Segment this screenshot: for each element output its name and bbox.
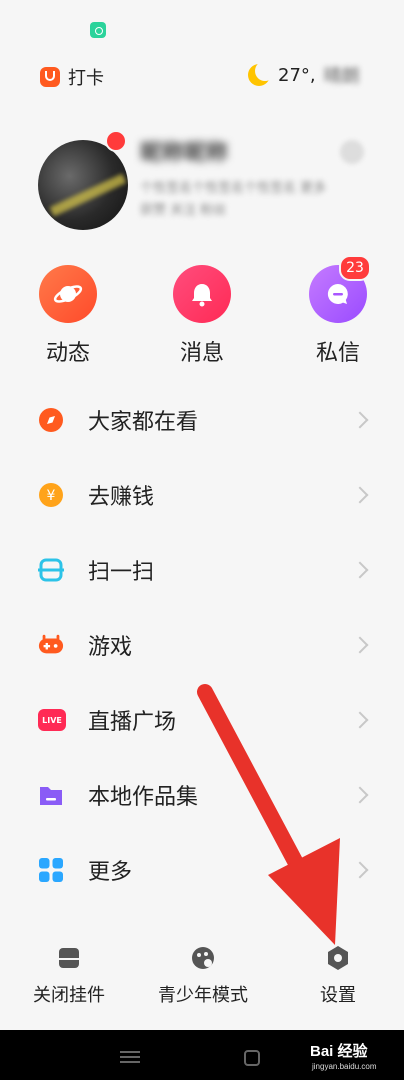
quick-action-label: 消息 xyxy=(179,341,224,366)
username[interactable]: 昵称昵称 xyxy=(140,135,228,167)
menu-item-label: 大家都在看 xyxy=(88,410,199,435)
bio-line-2: 获赞 关注 粉丝 xyxy=(140,203,227,218)
weather-temp: 27°, xyxy=(278,64,316,86)
menu-item-more[interactable]: 更多 xyxy=(0,833,404,907)
teen-mode-icon xyxy=(192,947,214,969)
checkin-button[interactable]: 打卡 xyxy=(40,64,104,90)
profile-edit-icon[interactable] xyxy=(340,140,364,164)
home-icon[interactable] xyxy=(244,1050,260,1066)
menu-item-label: 扫一扫 xyxy=(88,560,155,585)
quick-action-label: 动态 xyxy=(45,341,90,366)
chevron-right-icon xyxy=(351,486,369,504)
app-status-icon xyxy=(90,22,106,38)
settings-label: 设置 xyxy=(320,985,356,1006)
notification-dot xyxy=(105,130,127,152)
yuan-coin-icon: ¥ xyxy=(38,482,64,508)
avatar[interactable] xyxy=(38,140,128,230)
scan-icon xyxy=(38,557,64,583)
settings-icon xyxy=(328,946,348,970)
menu-item-scan[interactable]: 扫一扫 xyxy=(0,533,404,607)
gamepad-icon xyxy=(38,632,64,658)
chat-bubble-icon: 23 xyxy=(309,255,371,323)
baidu-watermark: Bai 经验 xyxy=(310,1043,368,1060)
folder-icon xyxy=(38,782,64,808)
teen-mode-label: 青少年模式 xyxy=(158,985,248,1006)
chevron-right-icon xyxy=(351,861,369,879)
menu-item-games[interactable]: 游戏 xyxy=(0,608,404,682)
close-widget-label: 关闭挂件 xyxy=(33,985,105,1006)
unread-badge: 23 xyxy=(339,255,371,281)
widget-icon xyxy=(59,948,79,968)
menu-item-live-plaza[interactable]: LIVE 直播广场 xyxy=(0,683,404,757)
checkin-label: 打卡 xyxy=(68,68,104,89)
quick-action-dynamic[interactable]: 动态 xyxy=(28,265,108,367)
planet-icon xyxy=(39,265,97,323)
weather-widget[interactable]: 27°, 晴朗 xyxy=(248,61,360,88)
checkin-icon xyxy=(40,67,60,87)
baidu-watermark-url: jingyan.baidu.com xyxy=(312,1062,377,1071)
bio-line-1: 个性签名个性签名个性签名 xyxy=(140,181,297,196)
chevron-right-icon xyxy=(351,411,369,429)
menu-item-label: 去赚钱 xyxy=(88,485,155,510)
grid-icon xyxy=(38,857,64,883)
live-icon: LIVE xyxy=(38,709,66,731)
menu-item-label: 更多 xyxy=(88,860,133,885)
teen-mode-button[interactable]: 青少年模式 xyxy=(148,945,258,1007)
svg-text:¥: ¥ xyxy=(47,488,56,504)
quick-action-dm[interactable]: 23 私信 xyxy=(298,255,378,367)
menu-item-local-works[interactable]: 本地作品集 xyxy=(0,758,404,832)
weather-desc: 晴朗 xyxy=(323,66,360,87)
profile-bio: 个性签名个性签名个性签名 更多 获赞 关注 粉丝 xyxy=(140,178,360,222)
menu-item-label: 游戏 xyxy=(88,635,133,660)
bell-icon xyxy=(173,265,231,323)
live-icon-text: LIVE xyxy=(42,715,62,725)
chevron-right-icon xyxy=(351,786,369,804)
quick-action-label: 私信 xyxy=(315,341,360,366)
menu-item-label: 本地作品集 xyxy=(88,785,199,810)
compass-icon xyxy=(38,407,64,433)
menu-item-earn-money[interactable]: ¥ 去赚钱 xyxy=(0,458,404,532)
close-widget-button[interactable]: 关闭挂件 xyxy=(24,945,114,1007)
chevron-right-icon xyxy=(351,711,369,729)
recent-apps-icon[interactable] xyxy=(120,1051,140,1063)
menu-item-trending[interactable]: 大家都在看 xyxy=(0,383,404,457)
menu-item-label: 直播广场 xyxy=(88,710,177,735)
settings-button[interactable]: 设置 xyxy=(298,945,378,1007)
chevron-right-icon xyxy=(351,561,369,579)
quick-action-message[interactable]: 消息 xyxy=(162,265,242,367)
bio-more-link[interactable]: 更多 xyxy=(300,181,326,196)
moon-icon xyxy=(248,61,275,86)
chevron-right-icon xyxy=(351,636,369,654)
